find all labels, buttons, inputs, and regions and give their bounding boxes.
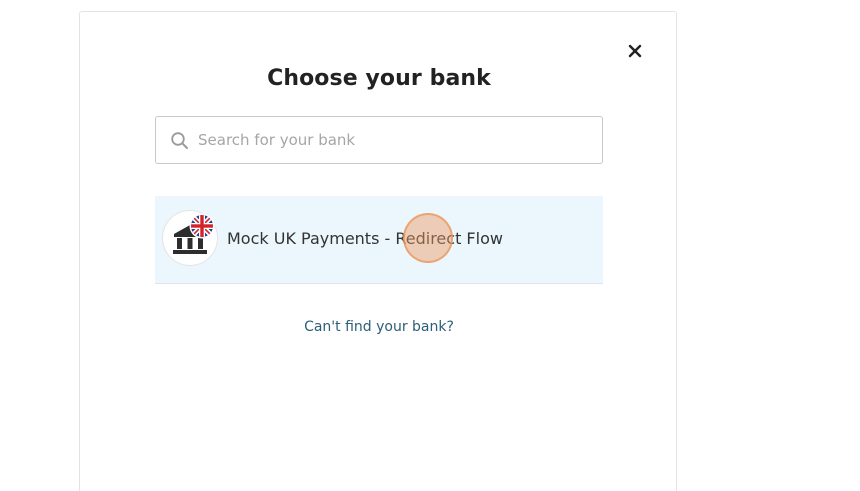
search-box[interactable]	[155, 116, 603, 164]
choose-bank-modal: Choose your bank Search for your bank Mo…	[79, 11, 677, 491]
bank-item-mock-uk-payments[interactable]: Mock UK Payments - Redirect Flow	[155, 196, 603, 284]
close-icon	[628, 44, 642, 58]
page-title: Choose your bank	[267, 66, 491, 91]
search-icon	[171, 132, 188, 149]
close-button[interactable]	[624, 40, 646, 62]
search-input[interactable]	[198, 117, 594, 163]
bank-name: Mock UK Payments - Redirect Flow	[227, 229, 503, 248]
bank-logo	[163, 211, 217, 265]
cant-find-bank-link[interactable]: Can't find your bank?	[80, 319, 678, 335]
uk-flag-icon	[189, 213, 215, 239]
bank-list: Mock UK Payments - Redirect Flow	[155, 196, 603, 284]
